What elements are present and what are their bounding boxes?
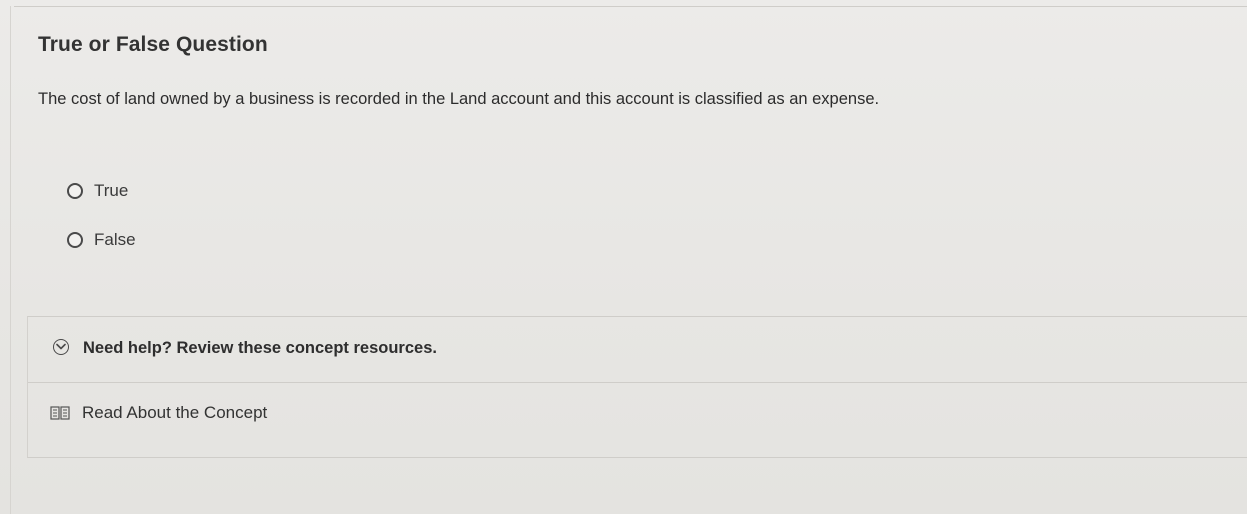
help-title: Need help? Review these concept resource… (83, 339, 437, 357)
read-about-concept-link[interactable]: Read About the Concept (50, 403, 267, 423)
radio-button-true[interactable] (67, 183, 83, 199)
question-page: True or False Question The cost of land … (0, 0, 1247, 514)
option-false[interactable]: False (67, 230, 136, 250)
help-panel: Need help? Review these concept resource… (27, 316, 1247, 458)
chevron-down-circle-icon[interactable] (53, 339, 69, 355)
read-about-concept-label: Read About the Concept (82, 403, 268, 422)
option-true-label: True (94, 181, 129, 200)
left-divider (10, 6, 11, 514)
option-true[interactable]: True (67, 181, 128, 201)
option-false-label: False (94, 230, 136, 249)
question-title: True or False Question (38, 33, 268, 56)
book-icon (50, 406, 70, 420)
radio-button-false[interactable] (67, 232, 83, 248)
question-text: The cost of land owned by a business is … (38, 90, 880, 108)
help-toggle[interactable]: Need help? Review these concept resource… (28, 317, 1247, 383)
top-divider (14, 6, 1247, 7)
